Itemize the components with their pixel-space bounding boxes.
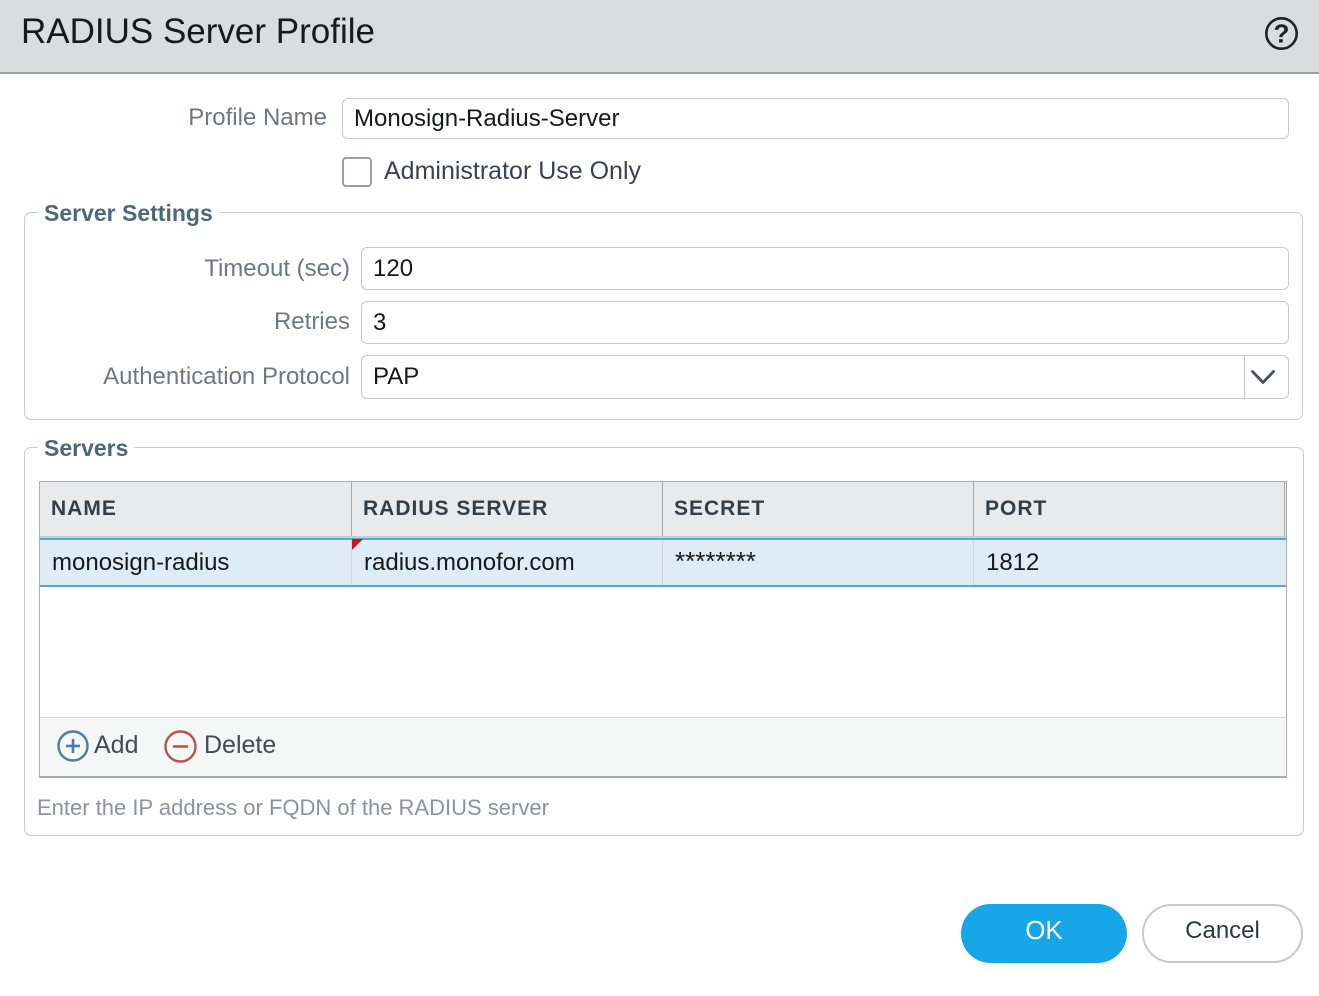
svg-text:?: ?	[1274, 19, 1290, 49]
